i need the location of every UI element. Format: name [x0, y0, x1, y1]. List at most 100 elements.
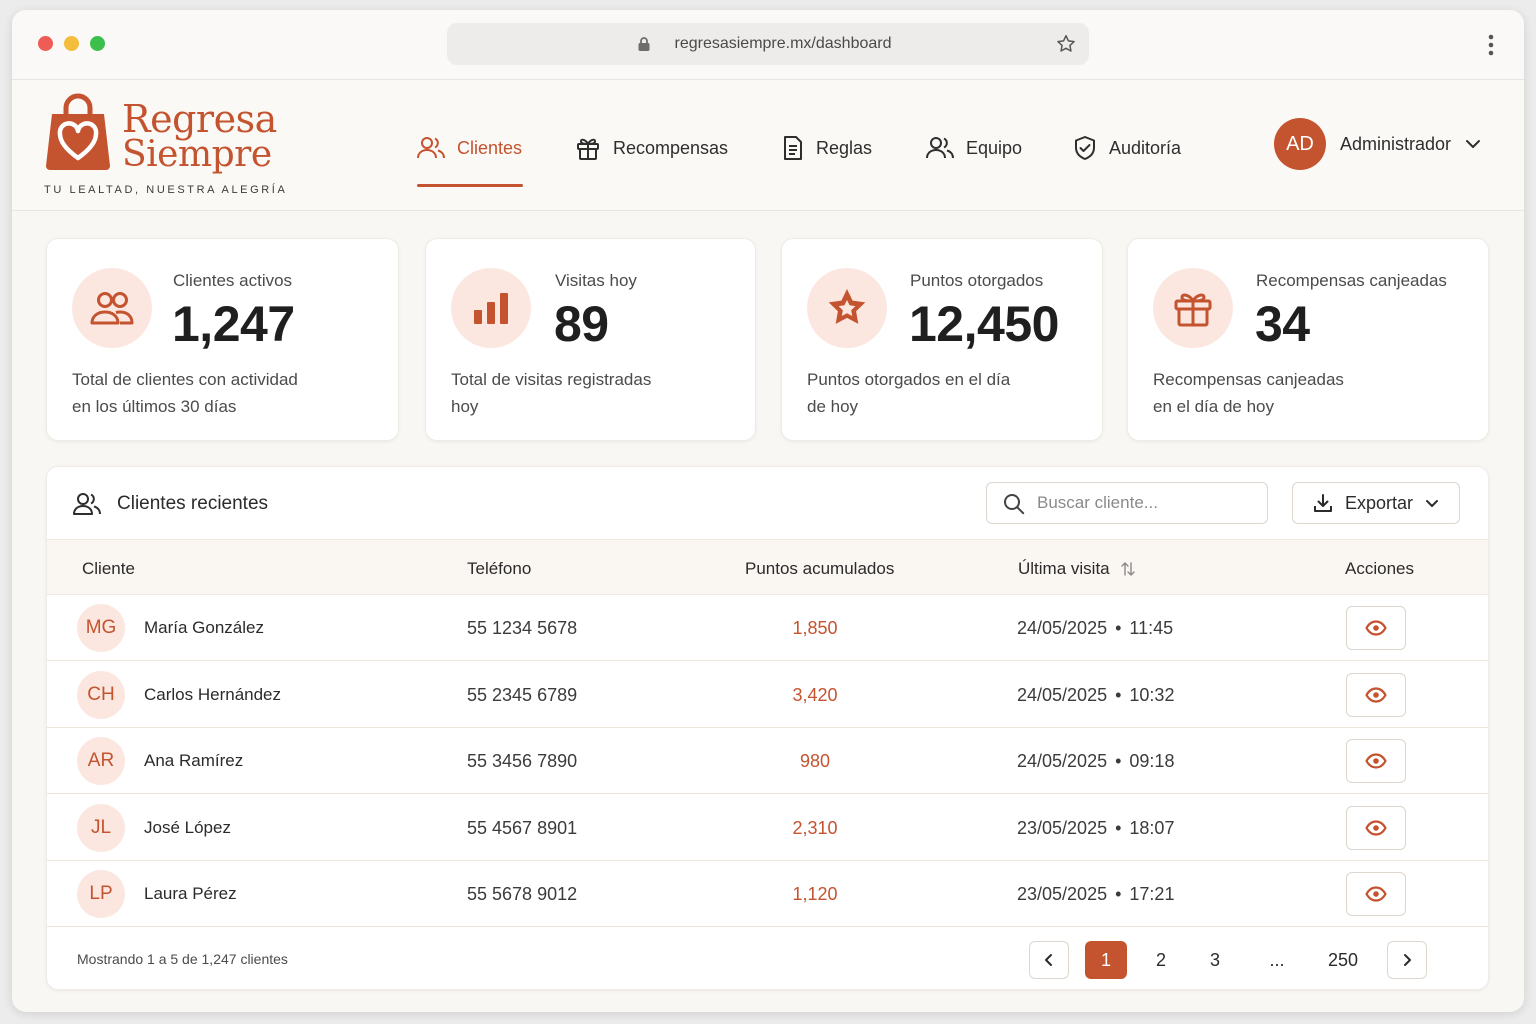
view-client-button[interactable] [1346, 606, 1406, 650]
table-row[interactable]: AR Ana Ramírez 55 3456 7890 980 24/05/2025 • 0… [47, 728, 1488, 794]
client-last-visit: 23/05/2025 • 17:21 [1017, 884, 1174, 905]
stat-card-puntos-otorgados: Puntos otorgados 12,450 Puntos otorgados… [781, 238, 1103, 441]
visit-date: 24/05/2025 [1017, 751, 1108, 771]
nav-item-label: Recompensas [613, 137, 729, 158]
visit-time: 17:21 [1129, 884, 1175, 904]
column-header-telefono[interactable]: Teléfono [467, 559, 531, 579]
visit-time: 09:18 [1129, 751, 1175, 771]
eye-icon [1365, 620, 1387, 636]
client-avatar: JL [77, 803, 125, 852]
client-avatar: MG [77, 604, 125, 652]
brand-name: Regresa Siempre [122, 100, 277, 173]
column-header-cliente[interactable]: Cliente [82, 559, 135, 579]
separator-dot: • [1115, 817, 1122, 838]
stat-description: Puntos otorgados en el día de hoy [807, 366, 1010, 420]
view-client-button[interactable] [1346, 805, 1406, 850]
stat-description-line: Recompensas canjeadas [1153, 370, 1344, 389]
client-phone: 55 2345 6789 [467, 684, 578, 705]
nav-item-reglas[interactable]: Reglas [782, 128, 872, 168]
nav-item-label: Reglas [816, 137, 873, 158]
url-text: regresasiempre.mx/dashboard [674, 35, 892, 52]
client-points: 3,420 [792, 684, 838, 705]
eye-icon [1365, 686, 1387, 703]
export-button[interactable]: Exportar [1292, 482, 1460, 524]
shopping-bag-heart-logo[interactable] [44, 92, 112, 172]
stat-description-line: Puntos otorgados en el día [807, 370, 1011, 389]
stat-description-line: Total de clientes con actividad [72, 370, 298, 389]
nav-item-equipo[interactable]: Equipo [926, 128, 1022, 168]
nav-item-auditoria[interactable]: Auditoría [1073, 128, 1181, 168]
minimize-window-button[interactable] [64, 36, 79, 51]
stat-value: 34 [1255, 296, 1310, 352]
page-button-250[interactable]: 250 [1318, 941, 1368, 979]
visit-date: 24/05/2025 [1017, 618, 1108, 638]
visit-date: 23/05/2025 [1017, 884, 1108, 904]
bookmark-star-icon[interactable] [1055, 33, 1077, 55]
client-name: María González [144, 618, 264, 637]
client-points: 1,850 [792, 618, 838, 638]
client-name: Carlos Hernández [144, 684, 282, 704]
recent-clients-panel: Clientes recientes Exportar Cliente Telé… [46, 466, 1489, 990]
stat-value: 89 [554, 296, 609, 352]
nav-item-clientes[interactable]: Clientes [417, 128, 523, 187]
stat-description-line: hoy [451, 397, 479, 416]
next-page-button[interactable] [1387, 941, 1427, 979]
visit-date: 24/05/2025 [1017, 684, 1108, 705]
client-phone: 55 4567 8901 [467, 817, 578, 838]
client-avatar: CH [77, 670, 125, 719]
table-row[interactable]: LP Laura Pérez 55 5678 9012 1,120 23/05/2025… [47, 861, 1488, 927]
team-icon [926, 136, 954, 160]
client-last-visit: 24/05/2025 • 09:18 [1017, 751, 1174, 772]
view-client-button[interactable] [1346, 872, 1406, 916]
table-row[interactable]: MG María González 55 1234 5678 1,850 24/05/2… [47, 595, 1488, 661]
client-phone: 55 5678 9012 [467, 884, 578, 904]
column-header-label: Última visita [1018, 559, 1110, 578]
visit-date: 23/05/2025 [1017, 817, 1108, 838]
document-icon [782, 135, 804, 161]
client-last-visit: 23/05/2025 • 18:07 [1017, 818, 1174, 839]
search-input[interactable] [1037, 491, 1257, 515]
column-header-ultima-visita[interactable]: Última visita [1018, 559, 1136, 579]
stat-label: Recompensas canjeadas [1256, 271, 1447, 290]
pagination-summary: Mostrando 1 a 5 de 1,247 clientes [77, 951, 288, 967]
client-phone: 55 3456 7890 [467, 751, 578, 771]
table-row[interactable]: CH Carlos Hernández 55 2345 6789 3,420 24/05… [47, 662, 1488, 728]
chevron-down-icon [1425, 499, 1439, 508]
separator-dot: • [1115, 684, 1122, 705]
address-bar[interactable]: regresasiempre.mx/dashboard [447, 23, 1089, 65]
close-window-button[interactable] [38, 36, 53, 51]
column-header-puntos[interactable]: Puntos acumulados [745, 559, 894, 579]
client-avatar: AR [77, 737, 125, 785]
nav-item-label: Equipo [966, 137, 1023, 158]
nav-item-recompensas[interactable]: Recompensas [575, 128, 728, 168]
panel-header: Clientes recientes Exportar [47, 467, 1488, 539]
download-icon [1313, 493, 1333, 513]
sort-icon[interactable] [1120, 561, 1136, 577]
stat-card-recompensas-canjeadas: Recompensas canjeadas 34 Recompensas can… [1127, 238, 1489, 441]
browser-menu-icon[interactable] [1488, 34, 1494, 56]
client-name: Laura Pérez [144, 884, 237, 903]
maximize-window-button[interactable] [90, 36, 105, 51]
nav-item-label: Clientes [457, 137, 523, 158]
view-client-button[interactable] [1346, 672, 1406, 717]
star-icon [807, 268, 887, 348]
user-menu[interactable]: AD Administrador [1274, 118, 1481, 170]
page-button-3[interactable]: 3 [1195, 941, 1235, 979]
panel-title: Clientes recientes [117, 493, 269, 514]
stat-description-line: en los últimos 30 días [72, 397, 237, 416]
eye-icon [1365, 753, 1387, 769]
browser-window: regresasiempre.mx/dashboard Regresa Siem… [12, 10, 1524, 1012]
table-header: Cliente Teléfono Puntos acumulados Últim… [47, 539, 1488, 595]
page-button-1[interactable]: 1 [1085, 941, 1127, 979]
previous-page-button[interactable] [1029, 941, 1069, 979]
stat-label: Puntos otorgados [910, 271, 1044, 290]
stat-card-visitas-hoy: Visitas hoy 89 Total de visitas registra… [425, 238, 756, 441]
gift-icon [575, 135, 601, 161]
stat-description-line: de hoy [807, 397, 859, 416]
page-button-2[interactable]: 2 [1141, 941, 1181, 979]
table-row[interactable]: JL José López 55 4567 8901 2,310 23/05/2025 •… [47, 795, 1488, 861]
stat-description: Total de clientes con actividad en los ú… [72, 366, 298, 420]
view-client-button[interactable] [1346, 739, 1406, 783]
column-header-acciones: Acciones [1345, 559, 1414, 578]
client-last-visit: 24/05/2025 • 11:45 [1017, 618, 1173, 639]
